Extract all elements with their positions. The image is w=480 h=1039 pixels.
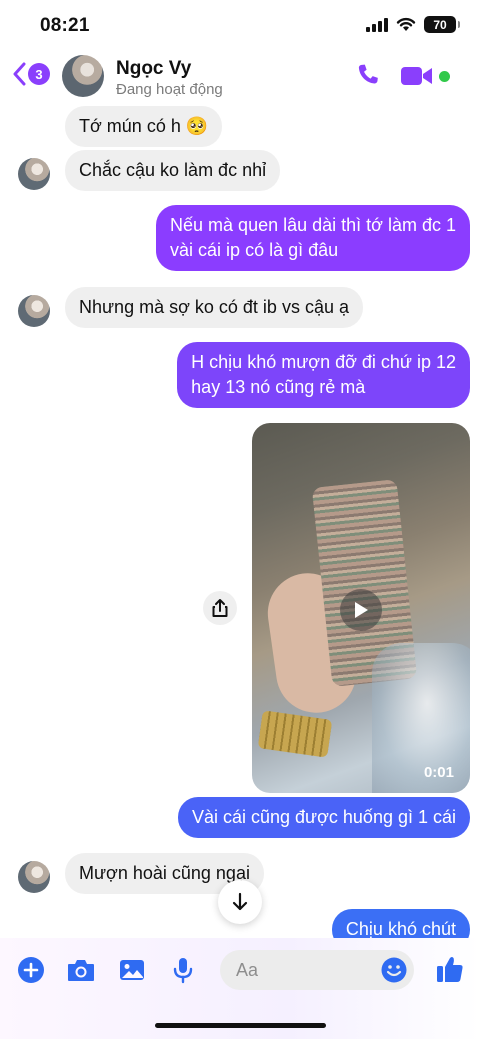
message-input[interactable]: Aa	[220, 950, 414, 990]
emoji-icon[interactable]	[380, 956, 408, 984]
message-bubble-outgoing[interactable]: Vài cái cũng được huống gì 1 cái	[177, 797, 470, 838]
camera-icon	[68, 960, 94, 981]
message-line: Nếu mà quen lâu dài thì tớ làm đc 1	[170, 215, 456, 235]
contact-avatar[interactable]	[62, 55, 104, 97]
gallery-button[interactable]	[117, 955, 147, 985]
contact-name[interactable]: Ngọc Vy	[116, 58, 191, 80]
status-time: 08:21	[40, 15, 90, 36]
home-indicator	[155, 1023, 326, 1028]
message-bubble-incoming[interactable]: Tớ mún có h 🥺	[65, 106, 223, 147]
unread-badge: 3	[28, 63, 50, 85]
video-duration: 0:01	[423, 764, 454, 781]
signal-icon	[366, 17, 388, 32]
battery-level: 70	[433, 17, 447, 32]
video-camera-icon[interactable]	[400, 64, 434, 88]
phone-icon[interactable]	[354, 62, 382, 90]
arrow-down-icon	[232, 892, 248, 911]
scroll-to-bottom-button[interactable]	[218, 880, 262, 924]
play-icon	[355, 602, 368, 618]
message-line: vài cái ip có là gì đâu	[170, 240, 339, 260]
message-bubble-outgoing[interactable]: H chịu khó mượn đỡ đi chứ ip 12 hay 13 n…	[177, 342, 470, 408]
video-thumbnail-watch	[257, 710, 333, 758]
status-icons: 70	[366, 16, 460, 33]
like-button[interactable]	[434, 952, 466, 986]
play-button[interactable]	[340, 589, 382, 631]
sender-avatar[interactable]	[18, 295, 50, 327]
message-bubble-incoming[interactable]: Chắc cậu ko làm đc nhỉ	[65, 150, 281, 191]
sender-avatar[interactable]	[18, 158, 50, 190]
battery-indicator: 70	[424, 16, 460, 33]
camera-button[interactable]	[66, 955, 96, 985]
microphone-icon	[173, 958, 193, 984]
message-line: hay 13 nó cũng rẻ mà	[191, 377, 366, 397]
image-icon	[120, 960, 144, 980]
more-actions-button[interactable]	[16, 955, 46, 985]
video-message[interactable]: 0:01	[252, 423, 470, 793]
voice-message-button[interactable]	[168, 955, 198, 985]
back-chevron-icon	[13, 62, 26, 86]
message-bubble-outgoing[interactable]: Nếu mà quen lâu dài thì tớ làm đc 1 vài …	[156, 205, 470, 271]
share-button[interactable]	[203, 591, 237, 625]
message-line: H chịu khó mượn đỡ đi chứ ip 12	[191, 352, 456, 372]
back-button[interactable]: 3	[12, 62, 50, 86]
share-icon	[212, 599, 228, 617]
message-bubble-incoming[interactable]: Nhưng mà sợ ko có đt ib vs cậu ạ	[65, 287, 363, 328]
video-thumbnail-bag	[372, 643, 470, 793]
plus-icon	[18, 957, 44, 983]
wifi-icon	[396, 17, 416, 31]
contact-status: Đang hoạt động	[116, 81, 223, 98]
thumbs-up-icon	[437, 957, 463, 982]
chat-header: 3 Ngọc Vy Đang hoạt động	[0, 50, 480, 104]
status-bar: 08:21 70	[0, 0, 480, 50]
online-indicator	[439, 71, 450, 82]
message-input-placeholder: Aa	[236, 960, 259, 980]
sender-avatar[interactable]	[18, 861, 50, 893]
